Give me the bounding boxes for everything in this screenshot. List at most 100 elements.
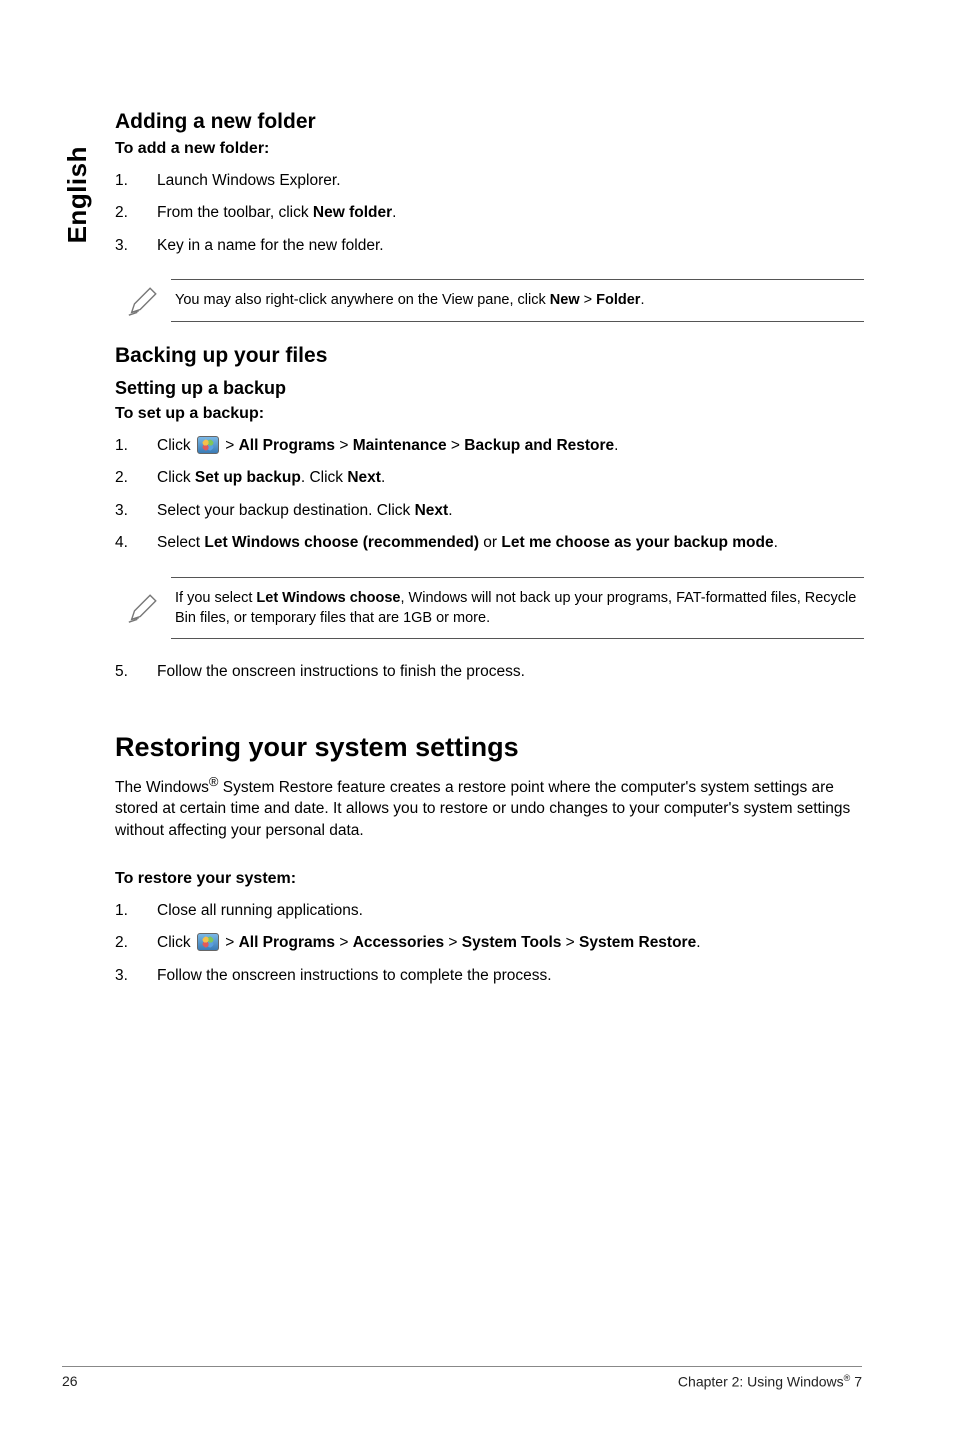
step-number: 1. [115, 900, 157, 922]
note-body: If you select Let Windows choose, Window… [171, 577, 864, 640]
text-bold: Let me choose as your backup mode [501, 534, 773, 551]
step-text: Select your backup destination. Click Ne… [157, 500, 864, 522]
text-bold: System Tools [462, 934, 562, 951]
step-text: Follow the onscreen instructions to fini… [157, 661, 864, 683]
text-fragment: > [221, 934, 239, 951]
text-fragment: . [392, 204, 396, 221]
step-text: Key in a name for the new folder. [157, 235, 864, 257]
intro-add-folder: To add a new folder: [115, 140, 864, 158]
list-item: 3. Select your backup destination. Click… [115, 500, 864, 522]
text-bold: Next [347, 469, 381, 486]
text-fragment: > [335, 437, 353, 454]
pencil-icon [115, 284, 171, 318]
list-item: 3. Follow the onscreen instructions to c… [115, 965, 864, 987]
text-bold: Accessories [353, 934, 444, 951]
list-item: 1. Close all running applications. [115, 900, 864, 922]
step-number: 3. [115, 235, 157, 257]
text-bold: Let Windows choose (recommended) [204, 534, 479, 551]
subheading-setup-backup: Setting up a backup [115, 378, 864, 399]
text-fragment: > [444, 934, 462, 951]
text-fragment: Select [157, 534, 204, 551]
step-number: 3. [115, 965, 157, 987]
text-fragment: . [696, 934, 700, 951]
list-item: 1. Click > All Programs > Maintenance > … [115, 435, 864, 457]
pencil-icon [115, 591, 171, 625]
step-number: 1. [115, 435, 157, 457]
step-text: Close all running applications. [157, 900, 864, 922]
text-fragment: . [640, 292, 644, 308]
text-fragment: > [335, 934, 353, 951]
text-bold: Backup and Restore [464, 437, 614, 454]
list-item: 2. Click > All Programs > Accessories > … [115, 932, 864, 954]
list-item: 2. Click Set up backup. Click Next. [115, 467, 864, 489]
note-backup: If you select Let Windows choose, Window… [115, 577, 864, 640]
restore-paragraph: The Windows® System Restore feature crea… [115, 773, 864, 842]
steps-restore: 1. Close all running applications. 2. Cl… [115, 900, 864, 987]
language-tab: English [62, 146, 93, 243]
page-footer: 26 Chapter 2: Using Windows® 7 [0, 1366, 954, 1390]
intro-backup: To set up a backup: [115, 405, 864, 423]
text-fragment: > [221, 437, 239, 454]
text-fragment: > [561, 934, 579, 951]
text-fragment: From the toolbar, click [157, 204, 313, 221]
text-bold: All Programs [239, 437, 335, 454]
heading-add-folder: Adding a new folder [115, 110, 864, 134]
step-text: Launch Windows Explorer. [157, 170, 864, 192]
text-fragment: . [448, 502, 452, 519]
text-fragment: System Restore feature creates a restore… [115, 779, 850, 839]
text-bold: Next [415, 502, 449, 519]
text-fragment: Select your backup destination. Click [157, 502, 415, 519]
steps-backup: 1. Click > All Programs > Maintenance > … [115, 435, 864, 555]
note-body: You may also right-click anywhere on the… [171, 279, 864, 321]
text-bold: Set up backup [195, 469, 301, 486]
text-bold: New folder [313, 204, 392, 221]
step-number: 2. [115, 932, 157, 954]
windows-start-icon [197, 933, 219, 951]
text-fragment: > [580, 292, 597, 308]
step-number: 2. [115, 202, 157, 224]
text-fragment: or [479, 534, 501, 551]
text-bold: Let Windows choose [256, 590, 400, 606]
list-item: 5. Follow the onscreen instructions to f… [115, 661, 864, 683]
step-text: Click > All Programs > Accessories > Sys… [157, 932, 864, 954]
text-fragment: > [447, 437, 465, 454]
registered-mark: ® [209, 774, 219, 789]
text-fragment: Click [157, 437, 195, 454]
heading-restore: Restoring your system settings [115, 732, 864, 763]
step-text: Click > All Programs > Maintenance > Bac… [157, 435, 864, 457]
list-item: 4. Select Let Windows choose (recommende… [115, 532, 864, 554]
text-fragment: If you select [175, 590, 256, 606]
chapter-label: Chapter 2: Using Windows® 7 [678, 1373, 862, 1390]
steps-backup-cont: 5. Follow the onscreen instructions to f… [115, 661, 864, 683]
text-fragment: . [774, 534, 778, 551]
text-bold: New [550, 292, 580, 308]
step-text: Follow the onscreen instructions to comp… [157, 965, 864, 987]
heading-backup: Backing up your files [115, 344, 864, 368]
text-bold: Folder [596, 292, 640, 308]
text-fragment: . [614, 437, 618, 454]
step-text: From the toolbar, click New folder. [157, 202, 864, 224]
text-fragment: Chapter 2: Using Windows [678, 1374, 844, 1390]
text-fragment: Click [157, 934, 195, 951]
text-bold: Maintenance [353, 437, 447, 454]
step-text: Click Set up backup. Click Next. [157, 467, 864, 489]
page-number: 26 [62, 1373, 78, 1390]
step-number: 4. [115, 532, 157, 554]
text-fragment: Click [157, 469, 195, 486]
text-fragment: . Click [301, 469, 348, 486]
step-number: 5. [115, 661, 157, 683]
step-number: 1. [115, 170, 157, 192]
list-item: 3. Key in a name for the new folder. [115, 235, 864, 257]
intro-restore: To restore your system: [115, 870, 864, 888]
text-fragment: You may also right-click anywhere on the… [175, 292, 550, 308]
list-item: 1. Launch Windows Explorer. [115, 170, 864, 192]
text-bold: All Programs [239, 934, 335, 951]
text-fragment: 7 [850, 1374, 862, 1390]
text-bold: System Restore [579, 934, 696, 951]
list-item: 2. From the toolbar, click New folder. [115, 202, 864, 224]
text-fragment: . [381, 469, 385, 486]
text-fragment: The Windows [115, 779, 209, 796]
windows-start-icon [197, 436, 219, 454]
step-number: 2. [115, 467, 157, 489]
note-add-folder: You may also right-click anywhere on the… [115, 279, 864, 321]
